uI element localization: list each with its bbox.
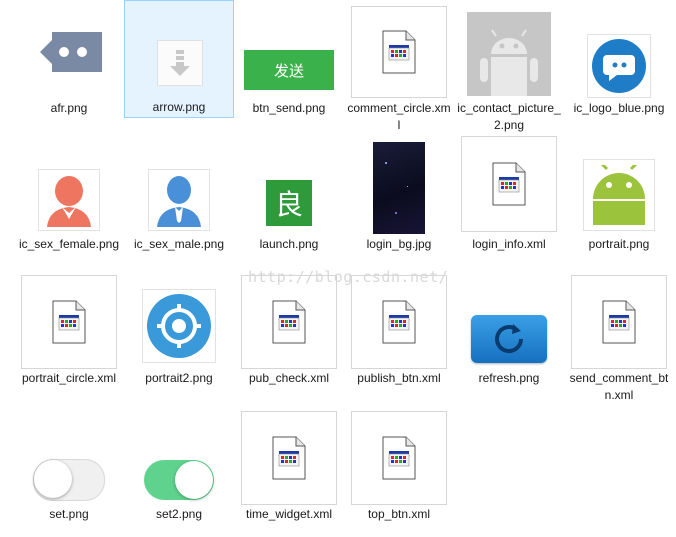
file-item-pub-check[interactable]: pub_check.xml bbox=[234, 274, 344, 392]
file-label: pub_check.xml bbox=[248, 371, 330, 385]
portrait2-thumbnail bbox=[124, 274, 234, 370]
android-icon bbox=[480, 29, 538, 96]
xml-file-icon bbox=[382, 436, 416, 480]
file-label: login_bg.jpg bbox=[366, 237, 432, 251]
file-label: set2.png bbox=[155, 507, 203, 521]
file-item-top-btn[interactable]: top_btn.xml bbox=[344, 410, 454, 528]
refresh-icon bbox=[495, 324, 524, 354]
xml-file-icon bbox=[382, 30, 416, 74]
male-user-icon bbox=[157, 176, 201, 227]
file-label: ic_logo_blue.png bbox=[573, 101, 665, 115]
file-label: login_info.xml bbox=[472, 237, 546, 251]
logo-blue-thumbnail bbox=[564, 4, 674, 100]
file-label: ic_sex_male.png bbox=[133, 237, 225, 251]
xml-file-icon bbox=[272, 300, 306, 344]
file-label: time_widget.xml bbox=[245, 507, 333, 521]
file-item-portrait[interactable]: portrait.png bbox=[564, 140, 674, 258]
afr-thumbnail bbox=[14, 4, 124, 100]
file-item-afr[interactable]: afr.png bbox=[14, 4, 124, 122]
arrow-thumbnail bbox=[125, 4, 235, 100]
file-item-send-comment-btn[interactable]: send_comment_btn.xml bbox=[564, 274, 674, 404]
file-label: portrait_circle.xml bbox=[21, 371, 117, 385]
send-text: 发送 bbox=[244, 50, 334, 90]
file-label: refresh.png bbox=[478, 371, 540, 385]
time-widget-thumbnail bbox=[234, 410, 344, 506]
file-item-set2[interactable]: set2.png bbox=[124, 410, 234, 528]
file-label: afr.png bbox=[50, 101, 88, 115]
launch-glyph: 良 bbox=[266, 180, 312, 226]
android-icon bbox=[593, 165, 645, 225]
portrait-circle-thumbnail bbox=[14, 274, 124, 370]
pub-check-thumbnail bbox=[234, 274, 344, 370]
set-thumbnail bbox=[14, 410, 124, 506]
file-item-ic-sex-female[interactable]: ic_sex_female.png bbox=[14, 140, 124, 270]
refresh-thumbnail bbox=[454, 274, 564, 370]
xml-file-icon bbox=[272, 436, 306, 480]
file-item-arrow[interactable]: arrow.png bbox=[124, 0, 234, 118]
file-label: portrait2.png bbox=[145, 371, 213, 385]
file-item-launch[interactable]: 良 launch.png bbox=[234, 140, 344, 258]
comment-circle-thumbnail bbox=[344, 4, 454, 100]
file-item-publish-btn[interactable]: publish_btn.xml bbox=[344, 274, 454, 392]
set2-thumbnail bbox=[124, 410, 234, 506]
file-item-set[interactable]: set.png bbox=[14, 410, 124, 528]
file-item-ic-sex-male[interactable]: ic_sex_male.png bbox=[124, 140, 234, 258]
file-label: btn_send.png bbox=[252, 101, 326, 115]
xml-file-icon bbox=[602, 300, 636, 344]
launch-thumbnail: 良 bbox=[234, 140, 344, 236]
file-label: top_btn.xml bbox=[367, 507, 431, 521]
file-label: ic_sex_female.png bbox=[18, 237, 120, 251]
file-item-login-bg[interactable]: login_bg.jpg bbox=[344, 140, 454, 258]
target-icon bbox=[147, 294, 211, 358]
file-item-ic-logo-blue[interactable]: ic_logo_blue.png bbox=[564, 4, 674, 134]
female-thumbnail bbox=[14, 140, 124, 236]
top-btn-thumbnail bbox=[344, 410, 454, 506]
file-label: launch.png bbox=[259, 237, 319, 251]
file-item-ic-contact-picture[interactable]: ic_contact_picture_2.png bbox=[454, 4, 564, 134]
portrait-thumbnail bbox=[564, 140, 674, 236]
contact-picture-thumbnail bbox=[454, 4, 564, 100]
file-label: ic_contact_picture_2.png bbox=[457, 101, 561, 132]
send-comment-btn-thumbnail bbox=[564, 274, 674, 370]
file-item-refresh[interactable]: refresh.png bbox=[454, 274, 564, 392]
male-thumbnail bbox=[124, 140, 234, 236]
file-label: arrow.png bbox=[152, 100, 206, 114]
starry-background-image bbox=[373, 142, 425, 234]
toggle-on-icon bbox=[144, 460, 214, 500]
chat-logo-icon bbox=[592, 39, 646, 93]
xml-file-icon bbox=[382, 300, 416, 344]
login-info-thumbnail bbox=[454, 136, 564, 232]
file-item-portrait-circle[interactable]: portrait_circle.xml bbox=[14, 274, 124, 404]
publish-btn-thumbnail bbox=[344, 274, 454, 370]
xml-file-icon bbox=[52, 300, 86, 344]
xml-file-icon bbox=[492, 162, 526, 206]
file-label: set.png bbox=[49, 507, 89, 521]
file-label: portrait.png bbox=[588, 237, 650, 251]
file-item-btn-send[interactable]: 发送 btn_send.png bbox=[234, 4, 344, 122]
file-item-login-info[interactable]: login_info.xml bbox=[454, 136, 564, 258]
female-user-icon bbox=[47, 176, 91, 227]
file-item-time-widget[interactable]: time_widget.xml bbox=[234, 410, 344, 528]
btn-send-thumbnail: 发送 bbox=[234, 4, 344, 100]
file-item-portrait2[interactable]: portrait2.png bbox=[124, 274, 234, 392]
file-label: send_comment_btn.xml bbox=[569, 371, 669, 402]
file-label: publish_btn.xml bbox=[357, 371, 441, 385]
file-label: comment_circle.xml bbox=[347, 101, 451, 132]
toggle-off-icon bbox=[33, 459, 105, 501]
login-bg-thumbnail bbox=[344, 140, 454, 236]
file-item-comment-circle[interactable]: comment_circle.xml bbox=[344, 4, 454, 134]
